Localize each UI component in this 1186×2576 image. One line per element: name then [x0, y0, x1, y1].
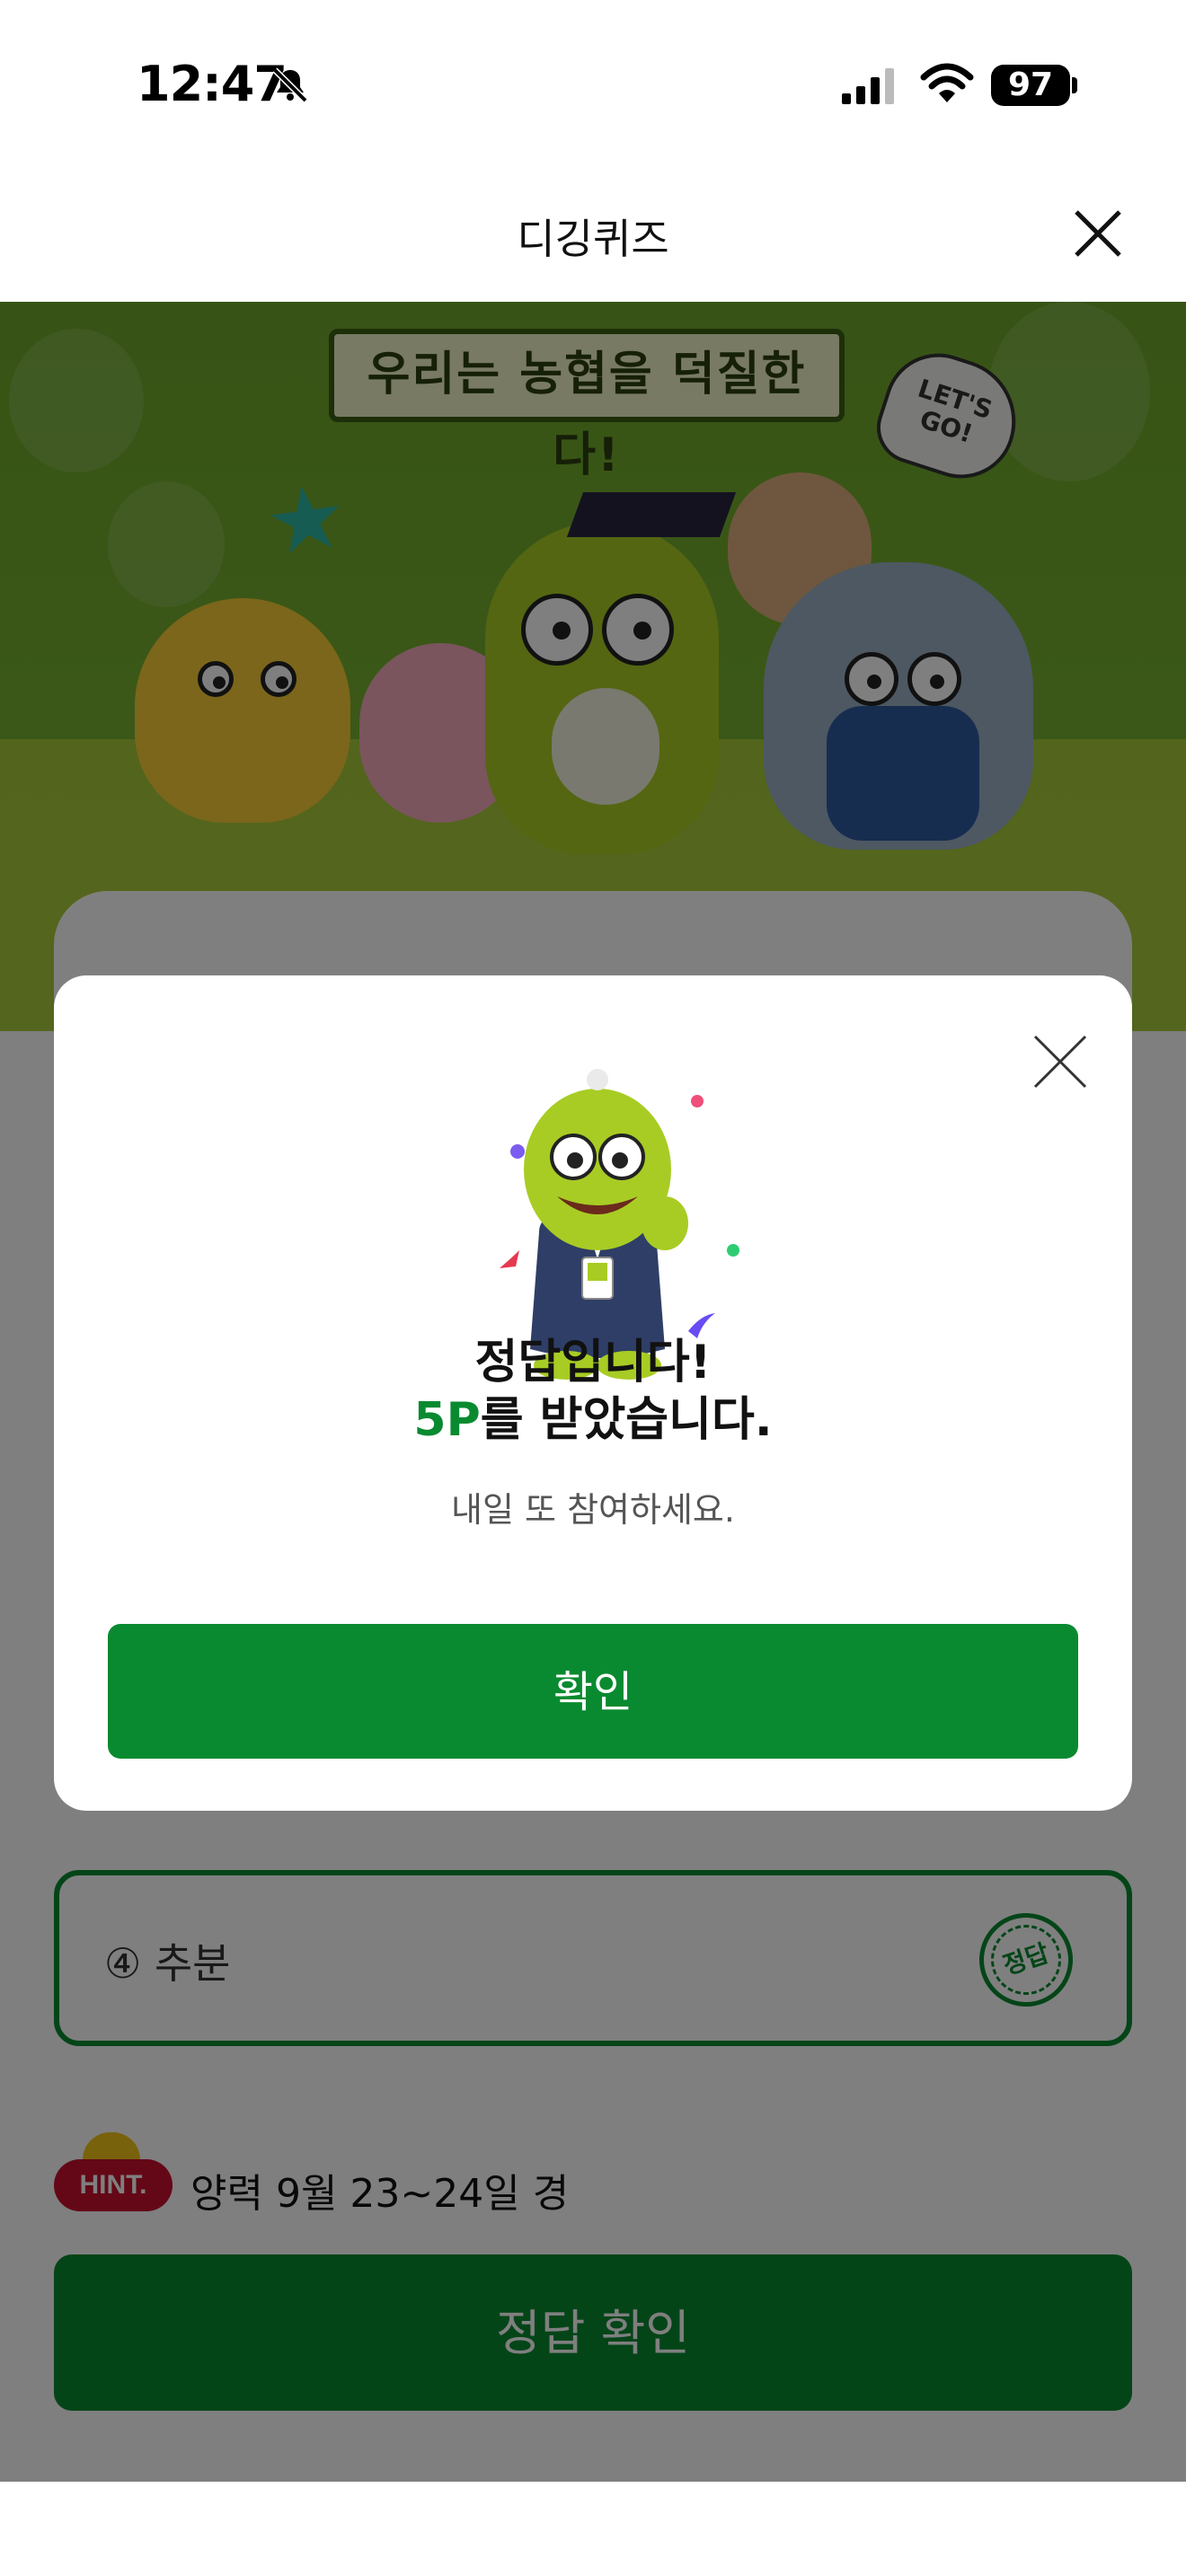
bell-slash-icon	[272, 67, 308, 103]
app-header: 디깅퀴즈	[0, 171, 1186, 302]
page-title: 디깅퀴즈	[517, 215, 669, 263]
cellular-signal-icon	[842, 68, 894, 104]
points-suffix: 를 받았습니다.	[480, 1393, 773, 1447]
close-icon[interactable]	[1024, 1026, 1096, 1098]
modal-title: 정답입니다!	[474, 1336, 712, 1389]
confirm-button[interactable]: 확인	[108, 1624, 1078, 1759]
home-indicator-area	[0, 2482, 1186, 2576]
battery-level: 97	[991, 65, 1070, 106]
points-value: 5P	[413, 1393, 481, 1447]
status-bar: 12:47 97	[0, 0, 1186, 171]
modal-subtitle: 내일 또 참여하세요.	[451, 1490, 735, 1530]
points-awarded-text: 5P를 받았습니다.	[54, 1390, 1132, 1450]
close-icon[interactable]	[1069, 205, 1127, 262]
status-time: 12:47	[137, 56, 288, 112]
result-modal: 정답입니다! 5P를 받았습니다. 내일 또 참여하세요. 확인	[54, 975, 1132, 1811]
wifi-icon	[920, 63, 974, 102]
battery-nub	[1072, 77, 1077, 93]
